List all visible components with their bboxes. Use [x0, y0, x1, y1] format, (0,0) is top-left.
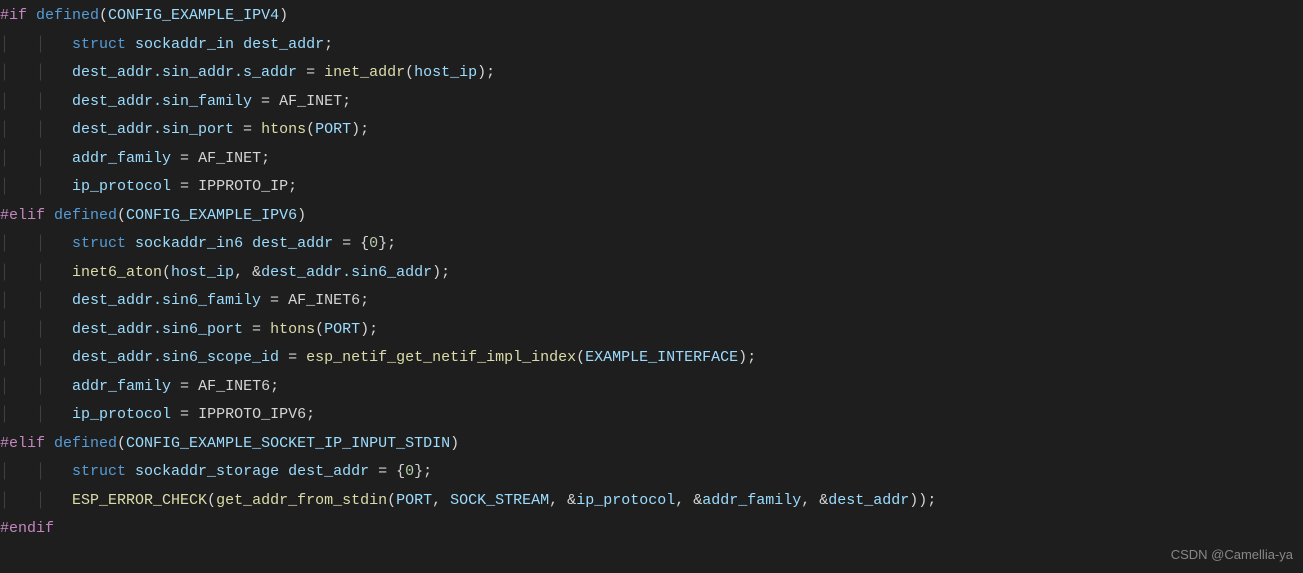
code-line: #elif defined(CONFIG_EXAMPLE_IPV6) — [0, 202, 1303, 231]
code-line: │ │ struct sockaddr_in dest_addr; — [0, 31, 1303, 60]
preproc-if: #if — [0, 7, 27, 24]
code-line: │ │ dest_addr.sin_port = htons(PORT); — [0, 116, 1303, 145]
preproc-elif: #elif — [0, 207, 45, 224]
code-line: │ │ dest_addr.sin6_family = AF_INET6; — [0, 287, 1303, 316]
code-line: │ │ addr_family = AF_INET; — [0, 145, 1303, 174]
code-line: │ │ addr_family = AF_INET6; — [0, 373, 1303, 402]
code-line: │ │ struct sockaddr_in6 dest_addr = {0}; — [0, 230, 1303, 259]
watermark: CSDN @Camellia-ya — [1171, 541, 1293, 570]
code-line: #if defined(CONFIG_EXAMPLE_IPV4) — [0, 2, 1303, 31]
code-line: #endif — [0, 515, 1303, 544]
code-block: #if defined(CONFIG_EXAMPLE_IPV4) │ │ str… — [0, 2, 1303, 544]
preproc-endif: #endif — [0, 520, 54, 537]
code-line: │ │ dest_addr.sin6_port = htons(PORT); — [0, 316, 1303, 345]
code-line: │ │ dest_addr.sin_addr.s_addr = inet_add… — [0, 59, 1303, 88]
code-line: │ │ struct sockaddr_storage dest_addr = … — [0, 458, 1303, 487]
code-line: │ │ dest_addr.sin6_scope_id = esp_netif_… — [0, 344, 1303, 373]
code-line: │ │ inet6_aton(host_ip, &dest_addr.sin6_… — [0, 259, 1303, 288]
code-line: │ │ ESP_ERROR_CHECK(get_addr_from_stdin(… — [0, 487, 1303, 516]
code-line: │ │ ip_protocol = IPPROTO_IP; — [0, 173, 1303, 202]
code-line: │ │ ip_protocol = IPPROTO_IPV6; — [0, 401, 1303, 430]
code-line: #elif defined(CONFIG_EXAMPLE_SOCKET_IP_I… — [0, 430, 1303, 459]
preproc-elif: #elif — [0, 435, 45, 452]
code-line: │ │ dest_addr.sin_family = AF_INET; — [0, 88, 1303, 117]
